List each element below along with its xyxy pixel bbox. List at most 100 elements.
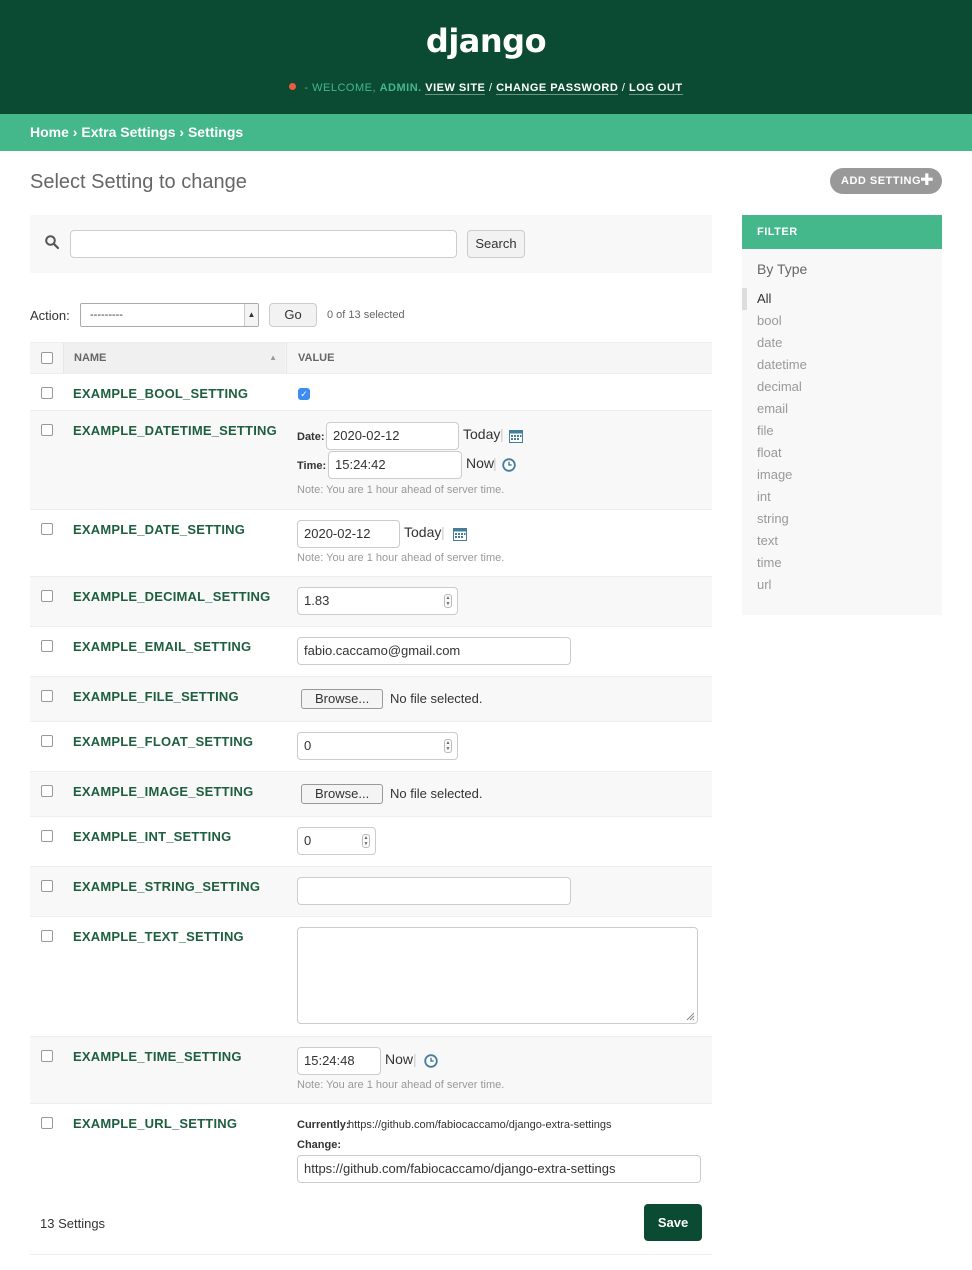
setting-name-link[interactable]: EXAMPLE_URL_SETTING [73, 1116, 237, 1131]
browse-file-button[interactable]: Browse... [301, 689, 384, 709]
decimal-input[interactable]: 1.83 ▲ ▼ [297, 587, 458, 615]
row-checkbox[interactable] [41, 387, 53, 399]
row-checkbox[interactable] [41, 690, 53, 702]
float-input-value: 0 [304, 738, 312, 753]
row-checkbox[interactable] [41, 424, 53, 436]
change-password-link[interactable]: Change password [496, 82, 619, 95]
resize-handle-icon[interactable] [685, 1011, 695, 1021]
filter-item-bool[interactable]: bool [742, 310, 942, 332]
calendar-icon[interactable] [453, 527, 467, 541]
add-setting-button[interactable]: Add Setting ✚ [830, 168, 942, 194]
search-input[interactable] [70, 230, 457, 258]
date-input[interactable]: 2020-02-12 [297, 520, 400, 548]
row-checkbox[interactable] [41, 880, 53, 892]
spinner-icon[interactable]: ▲ ▼ [362, 834, 370, 848]
text-textarea[interactable] [297, 927, 698, 1024]
filter-item-email[interactable]: email [742, 398, 942, 420]
browse-image-button[interactable]: Browse... [301, 784, 384, 804]
row-checkbox[interactable] [41, 640, 53, 652]
filter-item-string[interactable]: string [742, 508, 942, 530]
table-row: EXAMPLE_EMAIL_SETTING fabio.caccamo@gmai… [30, 627, 712, 677]
search-button[interactable]: Search [467, 230, 525, 258]
int-input[interactable]: 0 ▲ ▼ [297, 827, 376, 855]
table-row: EXAMPLE_TIME_SETTING 15:24:48 Now | Note… [30, 1037, 712, 1104]
email-input[interactable]: fabio.caccamo@gmail.com [297, 637, 571, 665]
filter-item-decimal[interactable]: decimal [742, 376, 942, 398]
column-header-value: Value [286, 343, 334, 373]
breadcrumb-app[interactable]: Extra Settings [81, 124, 175, 140]
table-header: Name ▲ Value [30, 342, 712, 374]
breadcrumb-home[interactable]: Home [30, 124, 69, 140]
time-input[interactable]: 15:24:48 [297, 1047, 381, 1075]
result-count: 13 Settings [40, 1216, 106, 1231]
file-status: No file selected. [390, 691, 483, 706]
setting-name-link[interactable]: EXAMPLE_DATETIME_SETTING [73, 423, 277, 438]
log-out-link[interactable]: Log out [628, 82, 683, 95]
decimal-input-value: 1.83 [304, 593, 330, 608]
search-icon [45, 235, 59, 249]
selection-counter: 0 of 13 selected [327, 309, 405, 321]
date-input[interactable]: 2020-02-12 [326, 422, 459, 450]
now-link[interactable]: Now [385, 1051, 413, 1067]
setting-name-link[interactable]: EXAMPLE_TEXT_SETTING [73, 929, 244, 944]
spinner-icon[interactable]: ▲ ▼ [444, 739, 452, 753]
row-checkbox[interactable] [41, 735, 53, 747]
table-row: EXAMPLE_DATE_SETTING 2020-02-12 Today | … [30, 510, 712, 577]
int-input-value: 0 [304, 833, 312, 848]
go-button[interactable]: Go [269, 303, 317, 327]
view-site-link[interactable]: View site [425, 82, 486, 95]
setting-name-link[interactable]: EXAMPLE_EMAIL_SETTING [73, 639, 251, 654]
setting-name-link[interactable]: EXAMPLE_TIME_SETTING [73, 1049, 242, 1064]
separator: / [488, 82, 493, 94]
sort-ascending-icon[interactable]: ▲ [269, 343, 277, 373]
current-url-link[interactable]: https://github.com/fabiocaccamo/django-e… [348, 1119, 612, 1131]
filter-item-text[interactable]: text [742, 530, 942, 552]
row-checkbox[interactable] [41, 1117, 53, 1129]
action-select[interactable]: --------- ▲ [80, 303, 259, 327]
filter-item-int[interactable]: int [742, 486, 942, 508]
filter-item-url[interactable]: url [742, 574, 942, 596]
row-checkbox[interactable] [41, 590, 53, 602]
filter-item-file[interactable]: file [742, 420, 942, 442]
float-input[interactable]: 0 ▲ ▼ [297, 732, 458, 760]
today-link[interactable]: Today [404, 524, 441, 540]
filter-item-time[interactable]: time [742, 552, 942, 574]
setting-name-link[interactable]: EXAMPLE_DECIMAL_SETTING [73, 589, 270, 604]
table-row: EXAMPLE_IMAGE_SETTING Browse... No file … [30, 772, 712, 817]
setting-name-link[interactable]: EXAMPLE_FLOAT_SETTING [73, 734, 253, 749]
bool-value-checkbox[interactable]: ✓ [298, 388, 310, 400]
clock-icon[interactable] [502, 458, 516, 472]
setting-name-link[interactable]: EXAMPLE_IMAGE_SETTING [73, 784, 253, 799]
time-input[interactable]: 15:24:42 [328, 451, 462, 479]
django-logo[interactable]: django [0, 22, 972, 60]
filter-item-image[interactable]: image [742, 464, 942, 486]
column-header-name[interactable]: Name ▲ [63, 343, 285, 373]
setting-name-link[interactable]: EXAMPLE_BOOL_SETTING [73, 386, 248, 401]
now-link[interactable]: Now [466, 455, 494, 471]
url-input[interactable]: https://github.com/fabiocaccamo/django-e… [297, 1155, 701, 1183]
row-checkbox[interactable] [41, 1050, 53, 1062]
results-table: Name ▲ Value EXAMPLE_BOOL_SETTING ✓ EXAM… [30, 342, 712, 1190]
save-button[interactable]: Save [644, 1204, 702, 1241]
timezone-note: Note: You are 1 hour ahead of server tim… [297, 484, 505, 496]
filter-item-float[interactable]: float [742, 442, 942, 464]
row-checkbox[interactable] [41, 785, 53, 797]
calendar-icon[interactable] [509, 429, 523, 443]
filter-item-all[interactable]: All [742, 288, 942, 310]
clock-icon[interactable] [424, 1054, 438, 1068]
setting-name-link[interactable]: EXAMPLE_STRING_SETTING [73, 879, 260, 894]
setting-name-link[interactable]: EXAMPLE_DATE_SETTING [73, 522, 245, 537]
change-label: Change: [297, 1139, 341, 1151]
select-all-checkbox[interactable] [41, 352, 53, 364]
setting-name-link[interactable]: EXAMPLE_INT_SETTING [73, 829, 231, 844]
row-checkbox[interactable] [41, 830, 53, 842]
table-row: EXAMPLE_URL_SETTING Currently: https://g… [30, 1104, 712, 1190]
today-link[interactable]: Today [463, 426, 500, 442]
spinner-icon[interactable]: ▲ ▼ [444, 594, 452, 608]
string-input[interactable] [297, 877, 571, 905]
filter-item-datetime[interactable]: datetime [742, 354, 942, 376]
row-checkbox[interactable] [41, 523, 53, 535]
row-checkbox[interactable] [41, 930, 53, 942]
filter-item-date[interactable]: date [742, 332, 942, 354]
setting-name-link[interactable]: EXAMPLE_FILE_SETTING [73, 689, 239, 704]
